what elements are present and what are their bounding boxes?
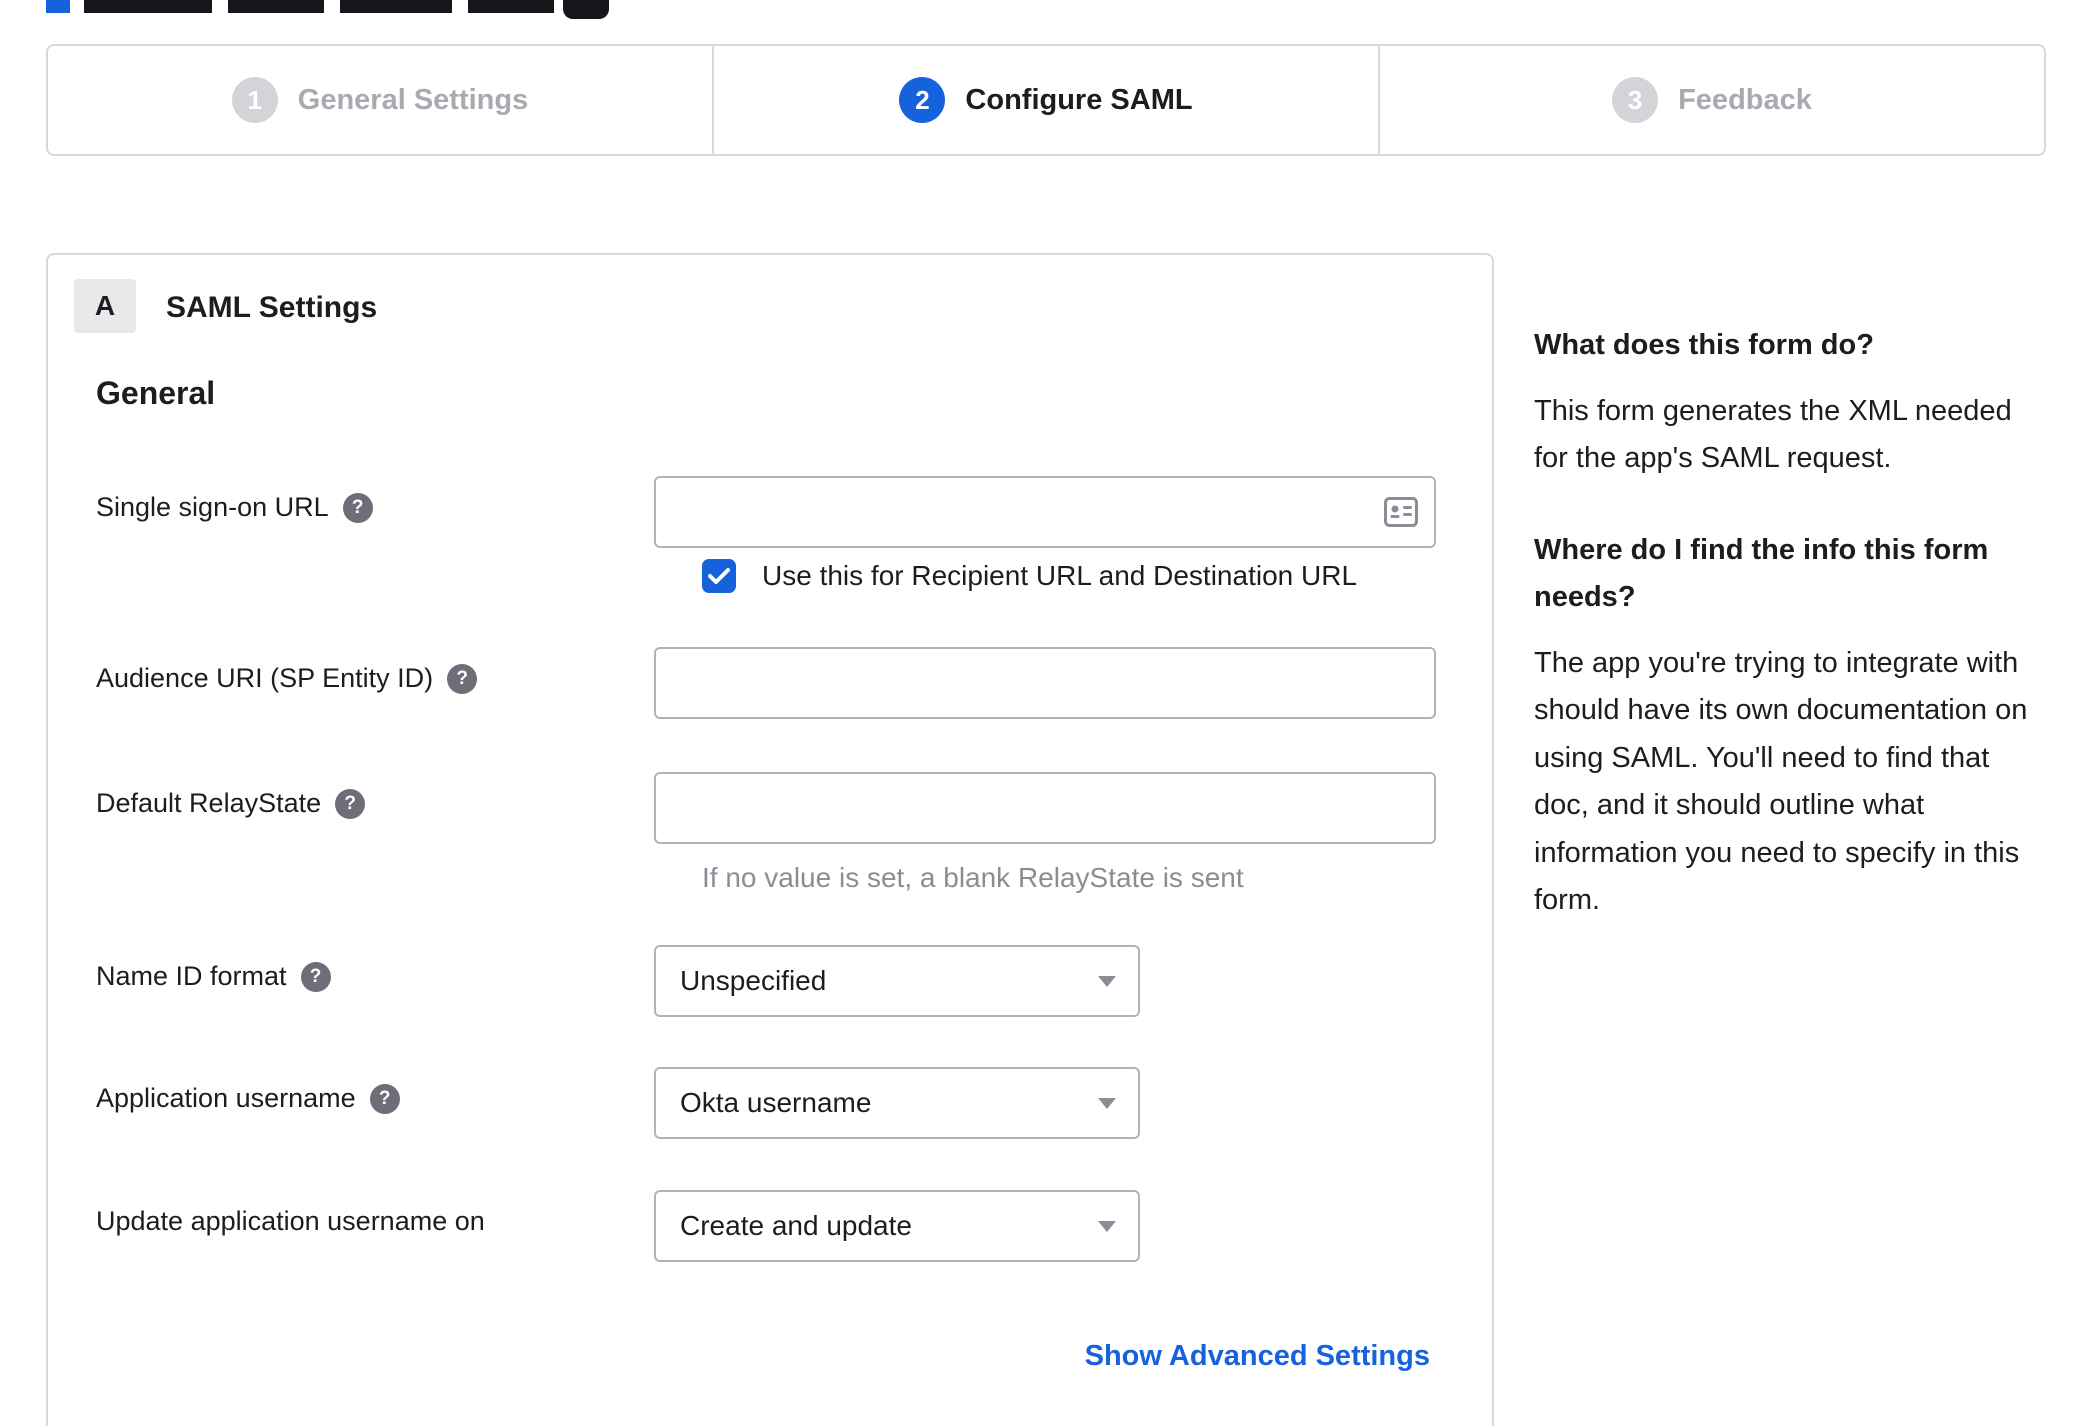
wizard-stepper: 1 General Settings 2 Configure SAML 3 Fe… [46, 44, 2046, 156]
chevron-down-icon [1098, 975, 1116, 987]
update-username-label: Update application username on [96, 1206, 485, 1236]
help-icon[interactable]: ? [369, 1083, 400, 1114]
application-username-select[interactable]: Okta username [654, 1067, 1140, 1139]
saml-settings-panel: A SAML Settings General Single sign-on U… [46, 253, 1494, 1426]
audience-uri-label: Audience URI (SP Entity ID) ? [96, 647, 654, 694]
sso-url-row: Single sign-on URL ? [96, 476, 1436, 548]
relay-state-input[interactable] [654, 772, 1436, 844]
step-number: 3 [1612, 77, 1659, 123]
clipped-lock-icon [563, 0, 609, 19]
clipped-title-fragment [468, 0, 554, 13]
update-username-row: Update application username on Create an… [96, 1190, 1140, 1262]
step-label: Configure SAML [965, 83, 1193, 116]
clipped-title-fragment [340, 0, 452, 13]
step-configure-saml[interactable]: 2 Configure SAML [712, 46, 1378, 154]
application-username-label: Application username ? [96, 1067, 654, 1114]
recipient-url-checkbox-row: Use this for Recipient URL and Destinati… [702, 559, 1357, 593]
relay-state-row: Default RelayState ? [96, 772, 1436, 844]
selected-value: Unspecified [680, 965, 827, 996]
selected-value: Okta username [680, 1087, 872, 1118]
sso-url-label: Single sign-on URL ? [96, 476, 654, 523]
name-id-format-select[interactable]: Unspecified [654, 945, 1140, 1017]
panel-title: SAML Settings [166, 291, 378, 324]
recipient-url-checkbox[interactable] [702, 559, 736, 593]
show-advanced-settings-link[interactable]: Show Advanced Settings [1085, 1340, 1430, 1373]
audience-uri-row: Audience URI (SP Entity ID) ? [96, 647, 1436, 719]
help-icon[interactable]: ? [335, 788, 366, 819]
step-label: Feedback [1678, 83, 1812, 116]
clipped-title-fragment [84, 0, 212, 13]
help-question-2: Where do I find the info this form needs… [1534, 533, 1989, 614]
configure-saml-page: 1 General Settings 2 Configure SAML 3 Fe… [0, 0, 2092, 1426]
help-icon[interactable]: ? [447, 663, 478, 694]
section-a-badge: A [74, 279, 136, 333]
help-answer-2: The app you're trying to integrate with … [1534, 646, 2028, 917]
sso-url-input-wrap [654, 476, 1436, 548]
chevron-down-icon [1098, 1220, 1116, 1232]
name-id-format-row: Name ID format ? Unspecified [96, 945, 1140, 1017]
selected-value: Create and update [680, 1210, 912, 1241]
help-icon[interactable]: ? [300, 961, 331, 992]
chevron-down-icon [1098, 1097, 1116, 1109]
step-feedback[interactable]: 3 Feedback [1378, 46, 2044, 154]
update-username-select[interactable]: Create and update [654, 1190, 1140, 1262]
recipient-url-checkbox-label[interactable]: Use this for Recipient URL and Destinati… [762, 560, 1357, 592]
application-username-row: Application username ? Okta username [96, 1067, 1140, 1139]
audience-uri-input[interactable] [654, 647, 1436, 719]
help-question-1: What does this form do? [1534, 329, 1874, 361]
sso-url-input[interactable] [654, 476, 1436, 548]
check-icon [708, 568, 730, 584]
step-number: 2 [899, 77, 946, 123]
relay-state-label: Default RelayState ? [96, 772, 654, 819]
relay-state-hint: If no value is set, a blank RelayState i… [702, 862, 1244, 893]
help-icon[interactable]: ? [342, 492, 373, 523]
name-id-format-label: Name ID format ? [96, 945, 654, 992]
step-label: General Settings [297, 83, 529, 116]
general-section-heading: General [96, 375, 216, 411]
step-general-settings[interactable]: 1 General Settings [48, 46, 712, 154]
clipped-title-fragment [228, 0, 324, 13]
help-answer-1: This form generates the XML needed for t… [1534, 394, 2012, 475]
clipped-brand-bar [46, 0, 70, 13]
step-number: 1 [231, 77, 278, 123]
contact-card-icon[interactable] [1384, 496, 1418, 528]
help-sidebar: What does this form do? This form genera… [1534, 322, 2046, 969]
